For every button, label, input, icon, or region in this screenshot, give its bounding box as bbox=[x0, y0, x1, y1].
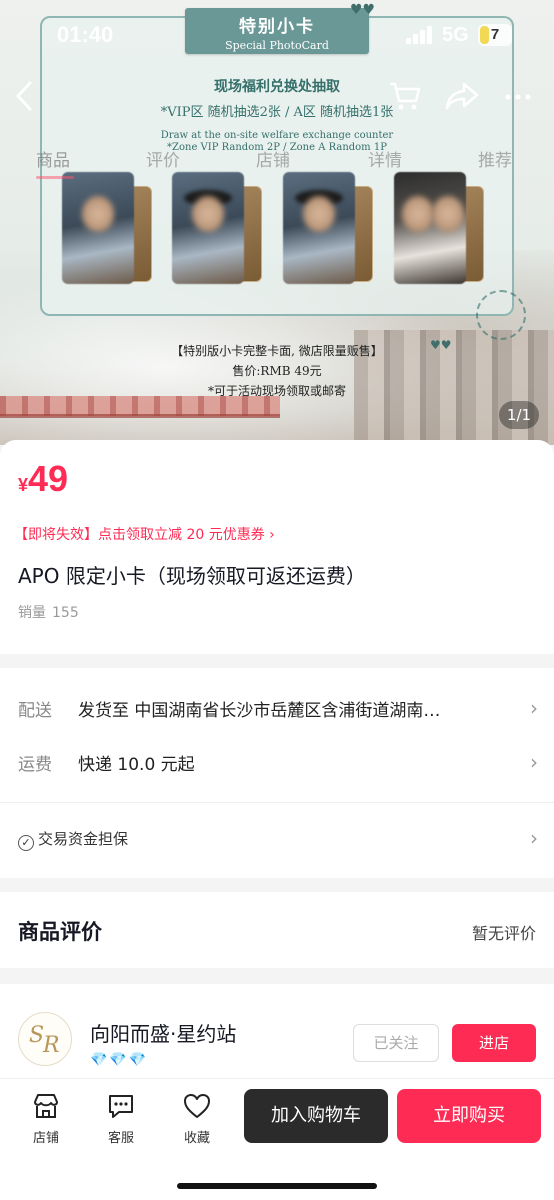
banner-sale-info: 【特别版小卡完整卡面, 微店限量贩售】 售价:RMB 49元 *可于活动现场领取… bbox=[130, 342, 424, 402]
tab-recommend[interactable]: 推荐 bbox=[478, 146, 512, 171]
chevron-right-icon: › bbox=[530, 750, 538, 774]
shipping-fee-value: 快递 10.0 元起 bbox=[78, 755, 195, 775]
customer-service-label: 客服 bbox=[107, 1131, 134, 1146]
reviews-status: 暂无评价 bbox=[471, 924, 536, 943]
tab-indicator bbox=[36, 176, 74, 179]
background-bridge-base bbox=[0, 414, 280, 418]
favorite-tab[interactable]: 收藏 bbox=[172, 1091, 222, 1146]
buy-now-button[interactable]: 立即购买 bbox=[397, 1089, 541, 1143]
photocard-image bbox=[62, 172, 134, 284]
enter-shop-button[interactable]: 进店 bbox=[452, 1024, 536, 1062]
product-title: APO 限定小卡（现场领取可返还运费） bbox=[18, 564, 366, 588]
chevron-right-icon: › bbox=[530, 696, 538, 720]
bottom-action-bar: 店铺 客服 收藏 加入购物车 立即购买 bbox=[0, 1078, 554, 1200]
photocard bbox=[62, 172, 157, 284]
home-indicator bbox=[177, 1183, 377, 1189]
image-pager: 1/1 bbox=[499, 401, 539, 429]
favorite-label: 收藏 bbox=[183, 1131, 210, 1146]
reviews-heading: 商品评价 bbox=[18, 920, 102, 944]
reviews-section[interactable]: 商品评价 暂无评价 bbox=[0, 892, 554, 968]
check-circle-icon: ✓ bbox=[18, 835, 34, 851]
guarantee-row[interactable]: ✓ 交易资金担保 bbox=[18, 828, 128, 851]
coupon-link[interactable]: 【即将失效】点击领取立减 20 元优惠券 › bbox=[14, 524, 275, 544]
photocard bbox=[283, 172, 378, 284]
diamond-badge-icon: 💎💎💎 bbox=[90, 1052, 149, 1068]
photocards-row bbox=[62, 172, 502, 292]
banner-line-2: *VIP区 随机抽选2张 / A区 随机抽选1张 bbox=[160, 105, 394, 120]
battery-level: 7 bbox=[490, 26, 500, 43]
share-icon[interactable] bbox=[444, 80, 480, 120]
hearts-icon: ♥♥ bbox=[430, 338, 452, 352]
battery-icon: 7 bbox=[478, 24, 512, 46]
photocard-image bbox=[283, 172, 355, 284]
more-icon[interactable] bbox=[504, 80, 532, 119]
price-value: 49 bbox=[28, 458, 69, 499]
tab-product[interactable]: 商品 bbox=[36, 146, 70, 171]
signal-icon bbox=[406, 26, 434, 44]
section-divider bbox=[0, 802, 554, 803]
product-info-panel: ¥49 【即将失效】点击领取立减 20 元优惠券 › APO 限定小卡（现场领取… bbox=[0, 440, 554, 654]
tab-details[interactable]: 详情 bbox=[368, 146, 402, 171]
sales-value: 155 bbox=[52, 605, 79, 621]
delivery-row[interactable]: 配送 发货至 中国湖南省长沙市岳麓区含浦街道湖南… › bbox=[18, 696, 538, 726]
product-price: ¥49 bbox=[18, 458, 68, 500]
chevron-right-icon: › bbox=[269, 527, 275, 543]
photocard-image bbox=[394, 172, 466, 284]
delivery-section: 配送 发货至 中国湖南省长沙市岳麓区含浦街道湖南… › 运费 快递 10.0 元… bbox=[0, 668, 554, 878]
chevron-right-icon: › bbox=[530, 826, 538, 850]
price-currency: ¥ bbox=[18, 475, 29, 495]
photocard bbox=[394, 172, 489, 284]
delivery-address: 发货至 中国湖南省长沙市岳麓区含浦街道湖南… bbox=[78, 701, 441, 721]
guarantee-text: 交易资金担保 bbox=[38, 830, 129, 848]
heart-icon bbox=[172, 1091, 222, 1121]
cart-icon[interactable] bbox=[388, 80, 422, 120]
coupon-text: 【即将失效】点击领取立减 20 元优惠券 bbox=[14, 527, 265, 543]
shipping-fee-label: 运费 bbox=[18, 755, 52, 775]
product-image-banner[interactable]: 特别小卡 Special PhotoCard ♥♥ 现场福利兑换处抽取 *VIP… bbox=[0, 0, 554, 445]
sales-label: 销量 bbox=[18, 605, 46, 621]
followed-button[interactable]: 已关注 bbox=[353, 1024, 439, 1062]
sale-line-3: *可于活动现场领取或邮寄 bbox=[207, 384, 346, 398]
status-time: 01:40 bbox=[57, 22, 114, 47]
tab-reviews[interactable]: 评价 bbox=[146, 146, 180, 171]
status-bar: 01:40 5G 7 bbox=[0, 16, 554, 56]
chat-bubble-icon bbox=[96, 1091, 146, 1121]
delivery-label: 配送 bbox=[18, 701, 52, 721]
decorative-swirl bbox=[476, 290, 526, 340]
shop-logo[interactable]: SR bbox=[18, 1012, 72, 1066]
add-to-cart-button[interactable]: 加入购物车 bbox=[244, 1089, 388, 1143]
customer-service-tab[interactable]: 客服 bbox=[96, 1091, 146, 1146]
page-tabs: 商品 评价 店铺 详情 推荐 bbox=[0, 140, 554, 180]
shipping-fee-row[interactable]: 运费 快递 10.0 元起 › bbox=[18, 750, 538, 780]
banner-line-1: 现场福利兑换处抽取 bbox=[214, 79, 340, 95]
shop-tab-label: 店铺 bbox=[32, 1131, 59, 1146]
sales-count: 销量 155 bbox=[18, 602, 79, 622]
back-icon[interactable] bbox=[14, 80, 34, 120]
sale-line-2: 售价:RMB 49元 bbox=[232, 364, 322, 378]
photocard bbox=[172, 172, 267, 284]
shop-name[interactable]: 向阳而盛·星约站 bbox=[90, 1018, 236, 1047]
photocard-image bbox=[172, 172, 244, 284]
network-type: 5G bbox=[442, 24, 469, 46]
tab-shop[interactable]: 店铺 bbox=[256, 146, 290, 171]
store-icon bbox=[21, 1091, 71, 1121]
sale-line-1: 【特别版小卡完整卡面, 微店限量贩售】 bbox=[171, 344, 383, 358]
shop-tab[interactable]: 店铺 bbox=[21, 1091, 71, 1146]
